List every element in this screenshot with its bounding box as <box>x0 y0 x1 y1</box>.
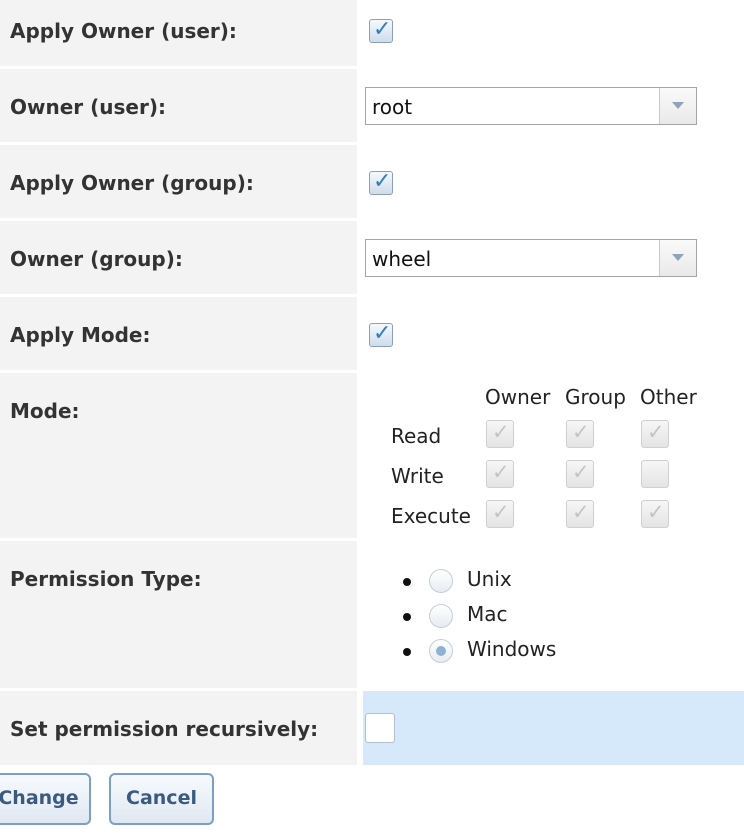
label-cell: Apply Owner (user): <box>0 0 357 66</box>
row-apply-mode: Apply Mode: <box>0 297 744 370</box>
recursive-label: Set permission recursively: <box>10 717 319 741</box>
apply-owner-group-checkbox[interactable] <box>369 169 393 195</box>
row-owner-user: Owner (user): root <box>0 69 744 142</box>
execute-owner-checkbox[interactable] <box>486 500 514 528</box>
radio-label-mac[interactable]: Mac <box>467 602 508 626</box>
radio-label-unix[interactable]: Unix <box>467 567 512 591</box>
execute-group-checkbox[interactable] <box>566 500 594 528</box>
value-cell: wheel <box>363 221 744 294</box>
apply-owner-user-checkbox[interactable] <box>369 17 393 43</box>
execute-other-checkbox[interactable] <box>641 500 669 528</box>
apply-mode-checkbox[interactable] <box>369 321 393 347</box>
value-cell <box>363 297 744 370</box>
mode-row-write: Write <box>391 464 444 488</box>
label-cell: Apply Mode: <box>0 297 357 370</box>
chevron-down-icon[interactable] <box>659 88 696 124</box>
mode-row-execute: Execute <box>391 504 471 528</box>
read-group-checkbox[interactable] <box>566 420 594 448</box>
value-cell <box>363 691 744 765</box>
owner-group-label: Owner (group): <box>10 247 183 271</box>
chevron-down-icon[interactable] <box>659 240 696 276</box>
read-other-checkbox[interactable] <box>641 420 669 448</box>
apply-mode-label: Apply Mode: <box>10 323 151 347</box>
owner-user-label: Owner (user): <box>10 95 166 119</box>
mode-col-owner: Owner <box>485 385 551 409</box>
cancel-button[interactable]: Cancel <box>109 773 214 825</box>
bullet-icon <box>403 613 411 621</box>
permission-type-label: Permission Type: <box>10 567 202 591</box>
change-button[interactable]: Change <box>0 773 91 825</box>
mode-col-other: Other <box>640 385 697 409</box>
write-other-checkbox[interactable] <box>641 460 669 488</box>
owner-user-select[interactable]: root <box>365 87 697 125</box>
radio-windows[interactable] <box>429 639 453 663</box>
label-cell: Permission Type: <box>0 541 357 688</box>
radio-unix[interactable] <box>429 569 453 593</box>
mode-grid: Owner Group Other Read Write Execute <box>363 373 744 538</box>
value-cell: root <box>363 69 744 142</box>
bullet-icon <box>403 578 411 586</box>
owner-group-value: wheel <box>372 247 432 271</box>
write-group-checkbox[interactable] <box>566 460 594 488</box>
radio-mac[interactable] <box>429 604 453 628</box>
label-cell: Set permission recursively: <box>0 691 357 765</box>
row-apply-owner-group: Apply Owner (group): <box>0 145 744 218</box>
owner-user-value: root <box>372 95 413 119</box>
label-cell: Mode: <box>0 373 357 538</box>
row-apply-owner-user: Apply Owner (user): <box>0 0 744 66</box>
mode-label: Mode: <box>10 399 80 423</box>
mode-col-group: Group <box>565 385 626 409</box>
recursive-checkbox[interactable] <box>365 713 395 743</box>
owner-group-select[interactable]: wheel <box>365 239 697 277</box>
row-permission-type: Permission Type: Unix Mac Windows <box>0 541 744 688</box>
mode-row-read: Read <box>391 424 442 448</box>
label-cell: Owner (user): <box>0 69 357 142</box>
radio-label-windows[interactable]: Windows <box>467 637 556 661</box>
bullet-icon <box>403 648 411 656</box>
row-owner-group: Owner (group): wheel <box>0 221 744 294</box>
permission-type-radios: Unix Mac Windows <box>363 541 744 688</box>
value-cell <box>363 145 744 218</box>
read-owner-checkbox[interactable] <box>486 420 514 448</box>
row-mode: Mode: Owner Group Other Read Write Execu… <box>0 373 744 538</box>
label-cell: Apply Owner (group): <box>0 145 357 218</box>
apply-owner-group-label: Apply Owner (group): <box>10 171 254 195</box>
write-owner-checkbox[interactable] <box>486 460 514 488</box>
row-recursive: Set permission recursively: <box>0 691 744 765</box>
label-cell: Owner (group): <box>0 221 357 294</box>
value-cell <box>363 0 744 66</box>
apply-owner-user-label: Apply Owner (user): <box>10 19 237 43</box>
